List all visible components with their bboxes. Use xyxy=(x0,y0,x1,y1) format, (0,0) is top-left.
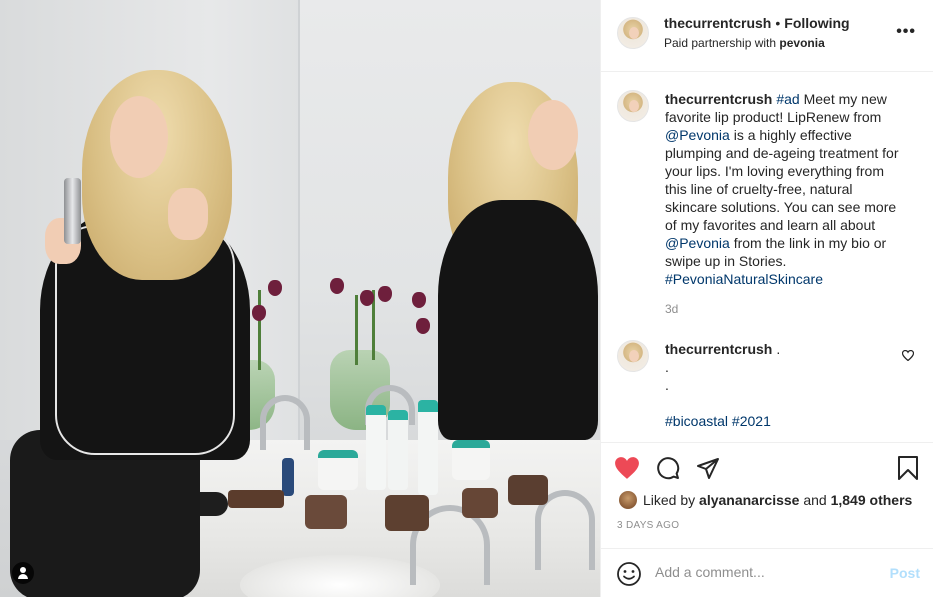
post-comment-button[interactable]: Post xyxy=(890,565,920,581)
woman-face xyxy=(110,96,168,178)
following-button[interactable]: Following xyxy=(784,15,849,31)
tulip xyxy=(330,278,344,294)
hashtag-ad[interactable]: #ad xyxy=(776,91,799,107)
tulip xyxy=(252,305,266,321)
product-jar xyxy=(462,488,498,518)
faucet xyxy=(260,395,310,450)
product-serum-bottle xyxy=(64,178,81,244)
author-line: thecurrentcrush • Following xyxy=(664,15,850,31)
like-heart-icon[interactable] xyxy=(614,455,640,481)
avatar-face xyxy=(629,350,639,362)
caption-age: 3d xyxy=(665,302,679,316)
post-header: thecurrentcrush • Following Paid partnersh… xyxy=(601,0,933,72)
product-jar xyxy=(305,495,347,529)
product-bottle xyxy=(366,405,386,490)
emoji-smile-icon[interactable] xyxy=(616,561,642,587)
author-username[interactable]: thecurrentcrush xyxy=(664,15,771,31)
product-bottle xyxy=(418,400,438,495)
product-dropper xyxy=(282,458,294,496)
product-box xyxy=(228,490,284,508)
caption-avatar[interactable] xyxy=(617,90,649,122)
woman-hand xyxy=(168,188,208,240)
more-options-icon[interactable]: ••• xyxy=(896,23,916,41)
stem xyxy=(355,295,358,365)
share-paper-plane-icon[interactable] xyxy=(695,455,721,481)
comment-username[interactable]: thecurrentcrush xyxy=(665,341,772,357)
comment-bubble-icon[interactable] xyxy=(655,455,681,481)
comment-avatar[interactable] xyxy=(617,340,649,372)
stem xyxy=(258,290,261,370)
user-head xyxy=(20,567,26,573)
tulip xyxy=(268,280,282,296)
save-bookmark-icon[interactable] xyxy=(895,455,921,481)
liker-avatar[interactable] xyxy=(619,491,637,509)
comment-line: . xyxy=(665,359,669,375)
product-bottle xyxy=(388,410,408,490)
author-avatar[interactable] xyxy=(617,17,649,49)
post-timestamp[interactable]: 3 DAYS AGO xyxy=(617,520,679,531)
tulip xyxy=(416,318,430,334)
mention-pevonia[interactable]: @Pevonia xyxy=(665,127,730,143)
partnership-line: Paid partnership with pevonia xyxy=(664,36,825,50)
avatar-face xyxy=(629,27,639,39)
liked-mid: and xyxy=(803,492,827,508)
post-side-panel: thecurrentcrush • Following Paid partnersh… xyxy=(600,0,933,597)
comment-input[interactable] xyxy=(655,564,875,580)
add-comment-bar: Post xyxy=(601,548,933,597)
product-jar xyxy=(385,495,429,531)
post-photo[interactable] xyxy=(0,0,600,597)
comment-line: . xyxy=(776,341,781,357)
post-actions: Liked by alyananarcisse and 1,849 others… xyxy=(601,442,933,597)
partner-link[interactable]: pevonia xyxy=(779,36,824,50)
liked-prefix: Liked by xyxy=(643,492,696,508)
comments-section: thecurrentcrush #ad Meet my new favorite … xyxy=(601,72,933,442)
mention-pevonia[interactable]: @Pevonia xyxy=(665,235,730,251)
avatar-face xyxy=(629,100,639,112)
product-jar xyxy=(318,450,358,490)
partnership-prefix: Paid partnership with xyxy=(664,36,777,50)
hashtag-brand[interactable]: #PevoniaNaturalSkincare xyxy=(665,271,823,287)
reflection-face xyxy=(528,100,578,170)
woman-hair xyxy=(82,70,232,280)
user-shoulders xyxy=(18,574,28,579)
reflection-body xyxy=(438,200,598,440)
likes-summary[interactable]: Liked by alyananarcisse and 1,849 others xyxy=(619,491,912,509)
liked-user[interactable]: alyananarcisse xyxy=(699,492,799,508)
tagged-users-icon[interactable] xyxy=(12,562,34,584)
product-jar xyxy=(452,440,490,480)
comment-text: thecurrentcrush. . . #bicoastal #2021 xyxy=(665,340,905,430)
tulip xyxy=(360,290,374,306)
comment-like-icon[interactable] xyxy=(901,349,915,364)
comment-line: . xyxy=(665,377,669,393)
tulip xyxy=(378,286,392,302)
liked-count[interactable]: 1,849 others xyxy=(831,492,913,508)
caption-username[interactable]: thecurrentcrush xyxy=(665,91,772,107)
product-jar xyxy=(508,475,548,505)
comment-hashtags[interactable]: #bicoastal #2021 xyxy=(665,413,771,429)
separator-dot: • xyxy=(775,15,781,31)
tulip xyxy=(412,292,426,308)
caption-text: thecurrentcrush #ad Meet my new favorite … xyxy=(665,90,905,318)
